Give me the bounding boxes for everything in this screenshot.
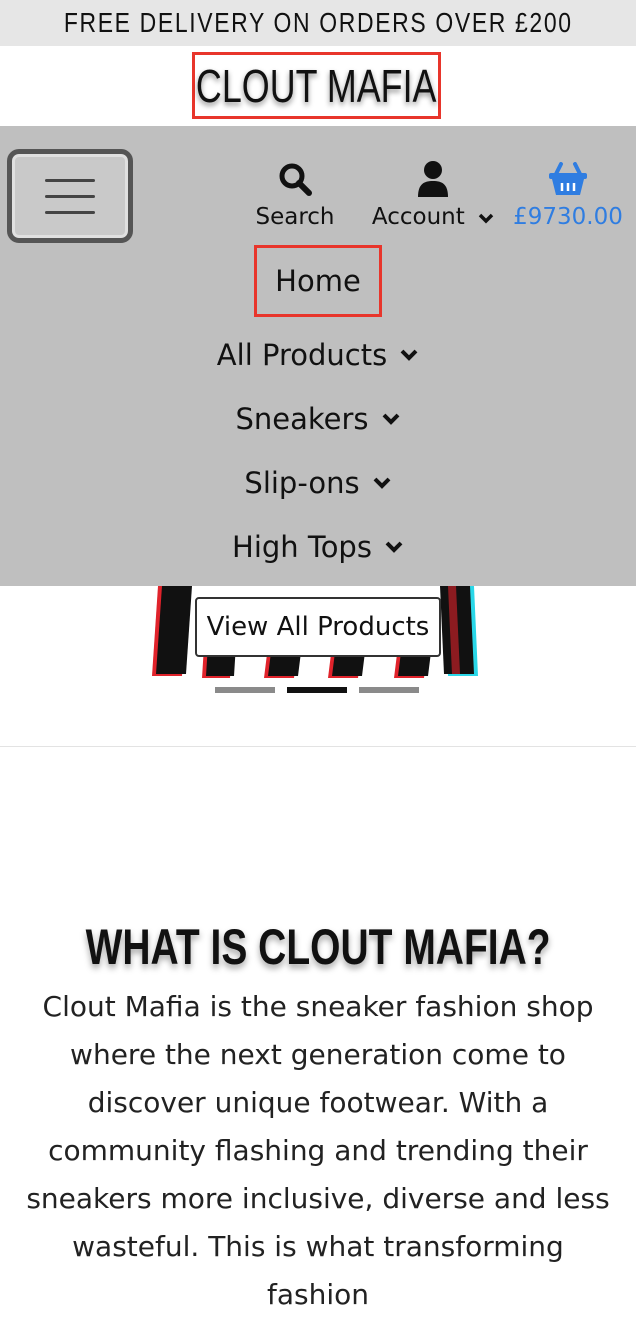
- nav-item-all-products[interactable]: All Products: [0, 330, 636, 380]
- about-heading-text: WHAT IS CLOUT MAFIA?: [85, 918, 551, 975]
- nav-item-home[interactable]: Home: [0, 245, 636, 317]
- nav-item-label: All Products: [216, 338, 388, 372]
- chevron-down-icon: [382, 413, 399, 425]
- promo-banner: FREE DELIVERY ON ORDERS OVER £200: [0, 0, 636, 46]
- carousel-indicator-active[interactable]: [287, 687, 347, 693]
- nav-item-slip-ons[interactable]: Slip-ons: [0, 458, 636, 508]
- mobile-nav-panel: Search Account £9730.00 Home All Product…: [0, 126, 636, 586]
- nav-item-label: High Tops: [232, 530, 372, 564]
- nav-item-high-tops[interactable]: High Tops: [0, 522, 636, 572]
- header: CLOUT MAFIA: [0, 46, 636, 126]
- nav-item-label: Slip-ons: [244, 466, 360, 500]
- chevron-down-icon: [385, 541, 403, 553]
- search-icon: [277, 158, 313, 200]
- search-button[interactable]: Search: [255, 158, 335, 230]
- nav-item-sneakers[interactable]: Sneakers: [0, 394, 636, 444]
- chevron-down-icon: [400, 349, 418, 361]
- nav-item-label: Home: [275, 264, 361, 298]
- nav-item-home-highlight: Home: [254, 245, 382, 317]
- nav-item-label: Sneakers: [235, 402, 369, 436]
- carousel-indicator[interactable]: [215, 687, 275, 693]
- about-heading: WHAT IS CLOUT MAFIA?: [0, 918, 636, 976]
- view-all-products-button[interactable]: View All Products: [195, 597, 441, 657]
- hamburger-icon-line: [45, 194, 95, 198]
- about-body: Clout Mafia is the sneaker fashion shop …: [26, 990, 610, 1311]
- search-label: Search: [255, 204, 335, 230]
- hero-carousel: View All Products: [0, 586, 636, 747]
- account-label: Account: [371, 204, 465, 230]
- promo-banner-text: FREE DELIVERY ON ORDERS OVER £200: [63, 7, 573, 38]
- hamburger-icon: [45, 178, 95, 182]
- chevron-down-icon: [478, 213, 494, 223]
- brand-logo-text: CLOUT MAFIA: [196, 59, 437, 112]
- cart-total: £9730.00: [513, 204, 623, 230]
- chevron-down-icon: [373, 477, 390, 489]
- brand-logo[interactable]: CLOUT MAFIA: [192, 52, 441, 119]
- carousel-indicators: [215, 687, 419, 693]
- user-icon: [416, 158, 450, 200]
- hamburger-icon-line: [45, 210, 95, 214]
- menu-toggle-button[interactable]: [7, 149, 133, 243]
- account-dropdown[interactable]: Account: [370, 158, 496, 230]
- carousel-indicator[interactable]: [359, 687, 419, 693]
- basket-icon: [548, 158, 588, 200]
- cart-button[interactable]: £9730.00: [513, 158, 623, 230]
